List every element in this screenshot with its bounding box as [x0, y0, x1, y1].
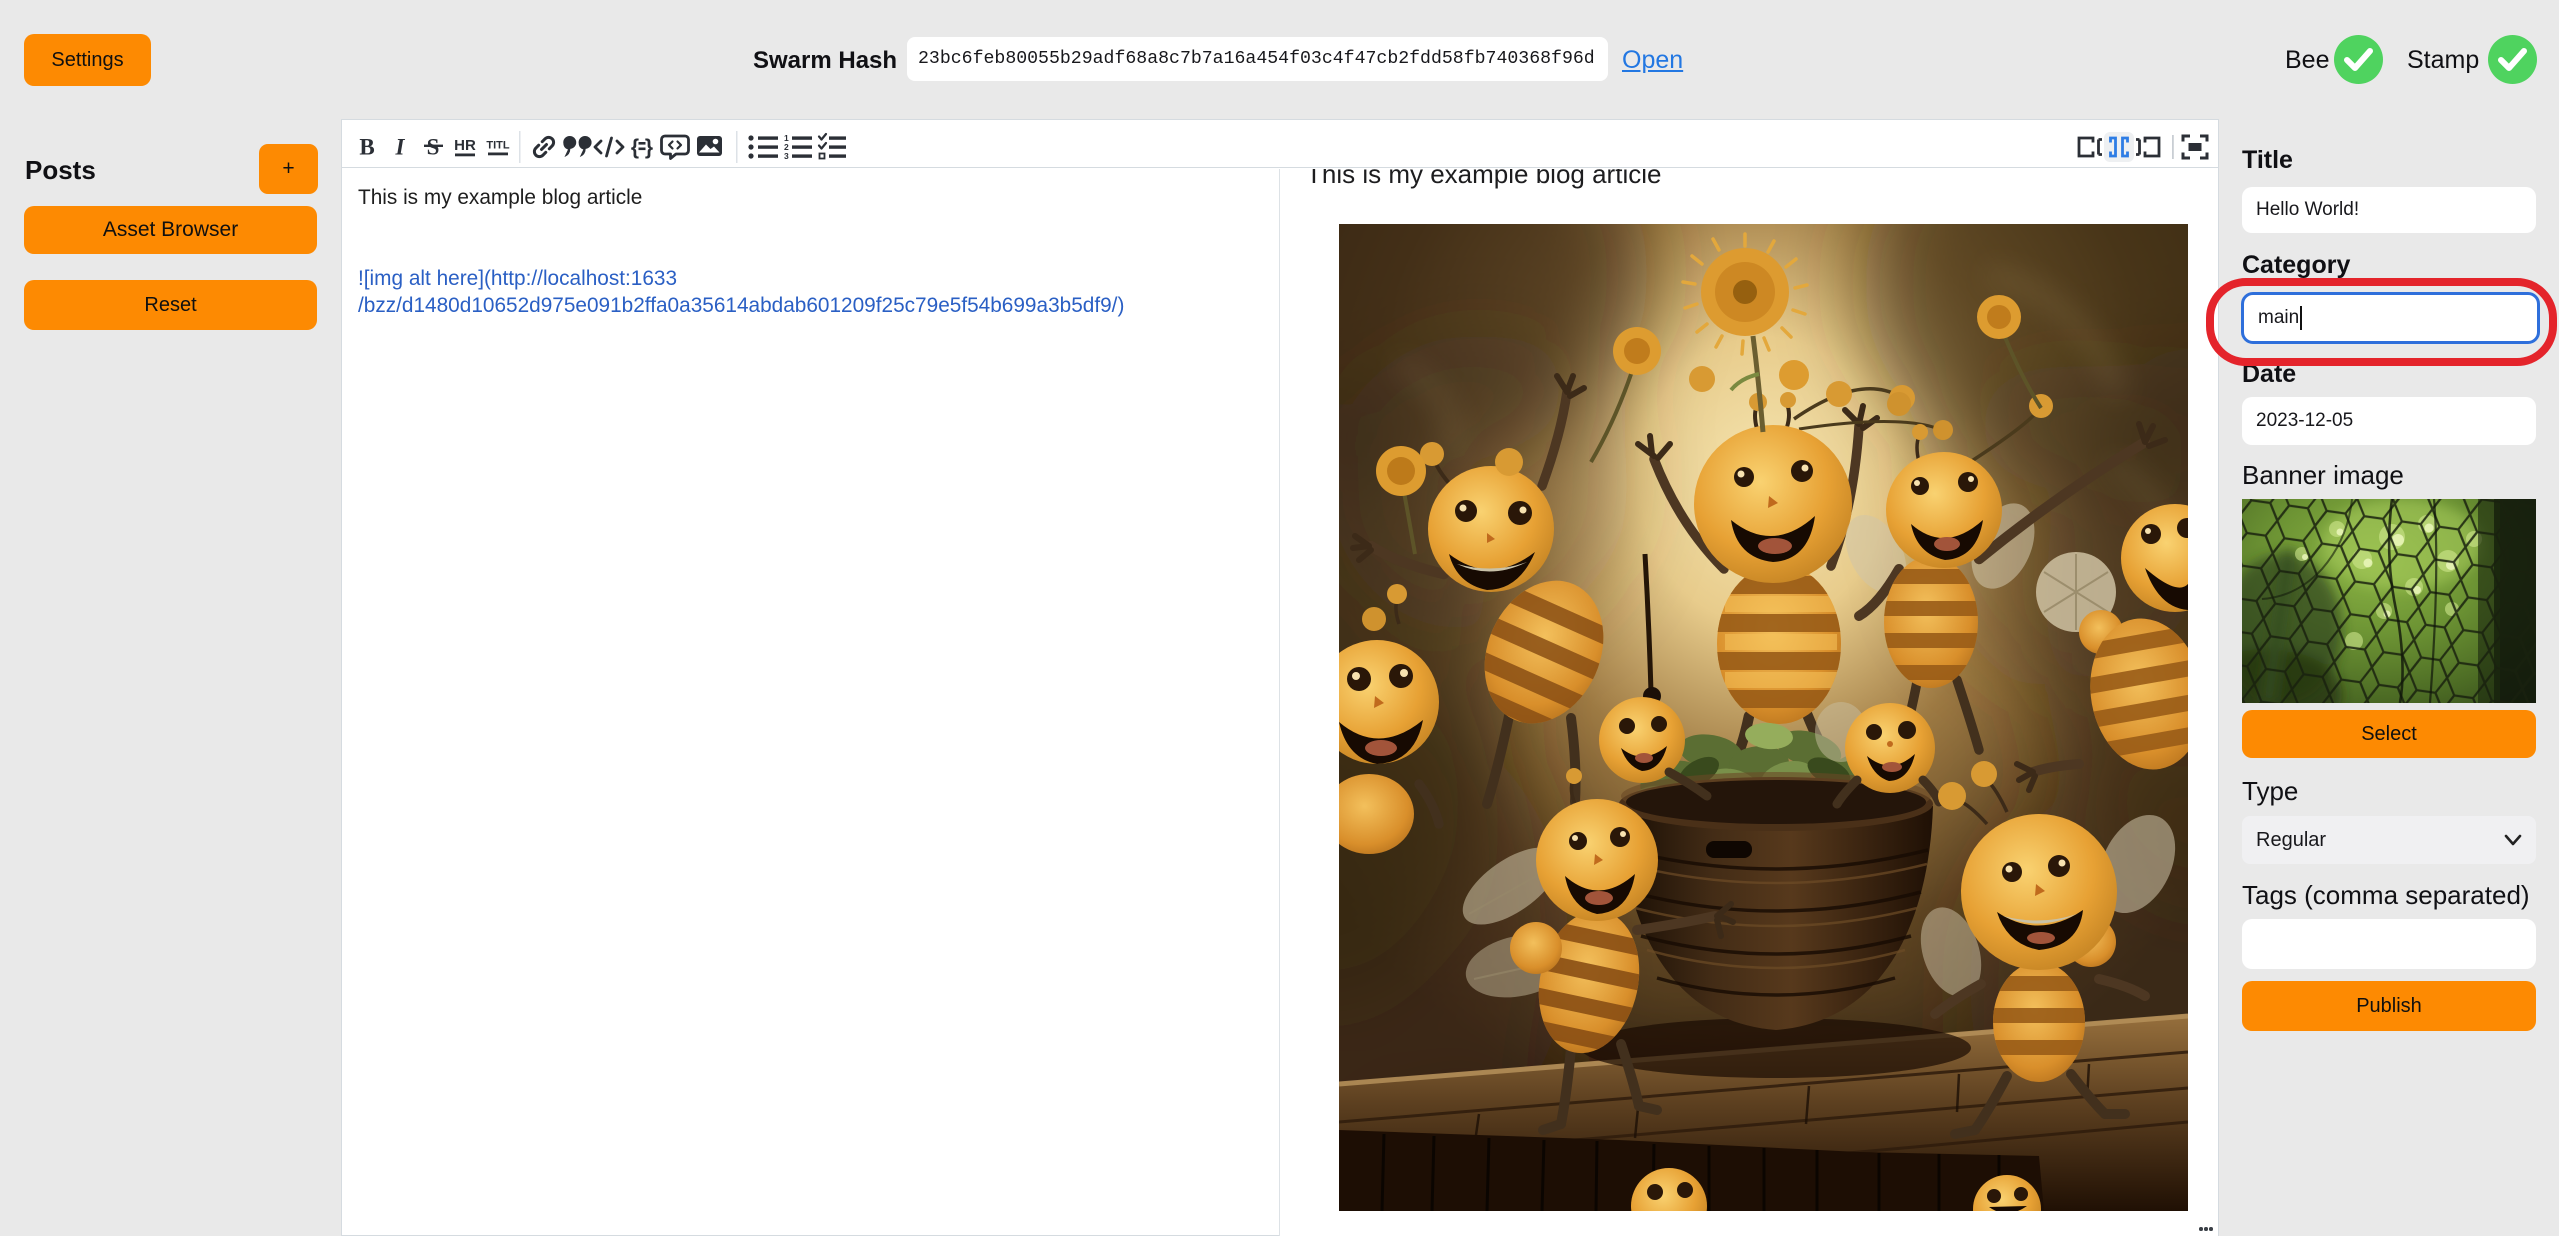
svg-text:3: 3: [784, 151, 789, 161]
svg-text:B: B: [359, 135, 374, 160]
svg-text:I: I: [395, 135, 406, 160]
svg-text:{: {: [631, 136, 639, 159]
svg-text:TITL: TITL: [486, 140, 509, 152]
svg-text:HR: HR: [454, 137, 476, 154]
svg-text:}: }: [645, 136, 653, 159]
